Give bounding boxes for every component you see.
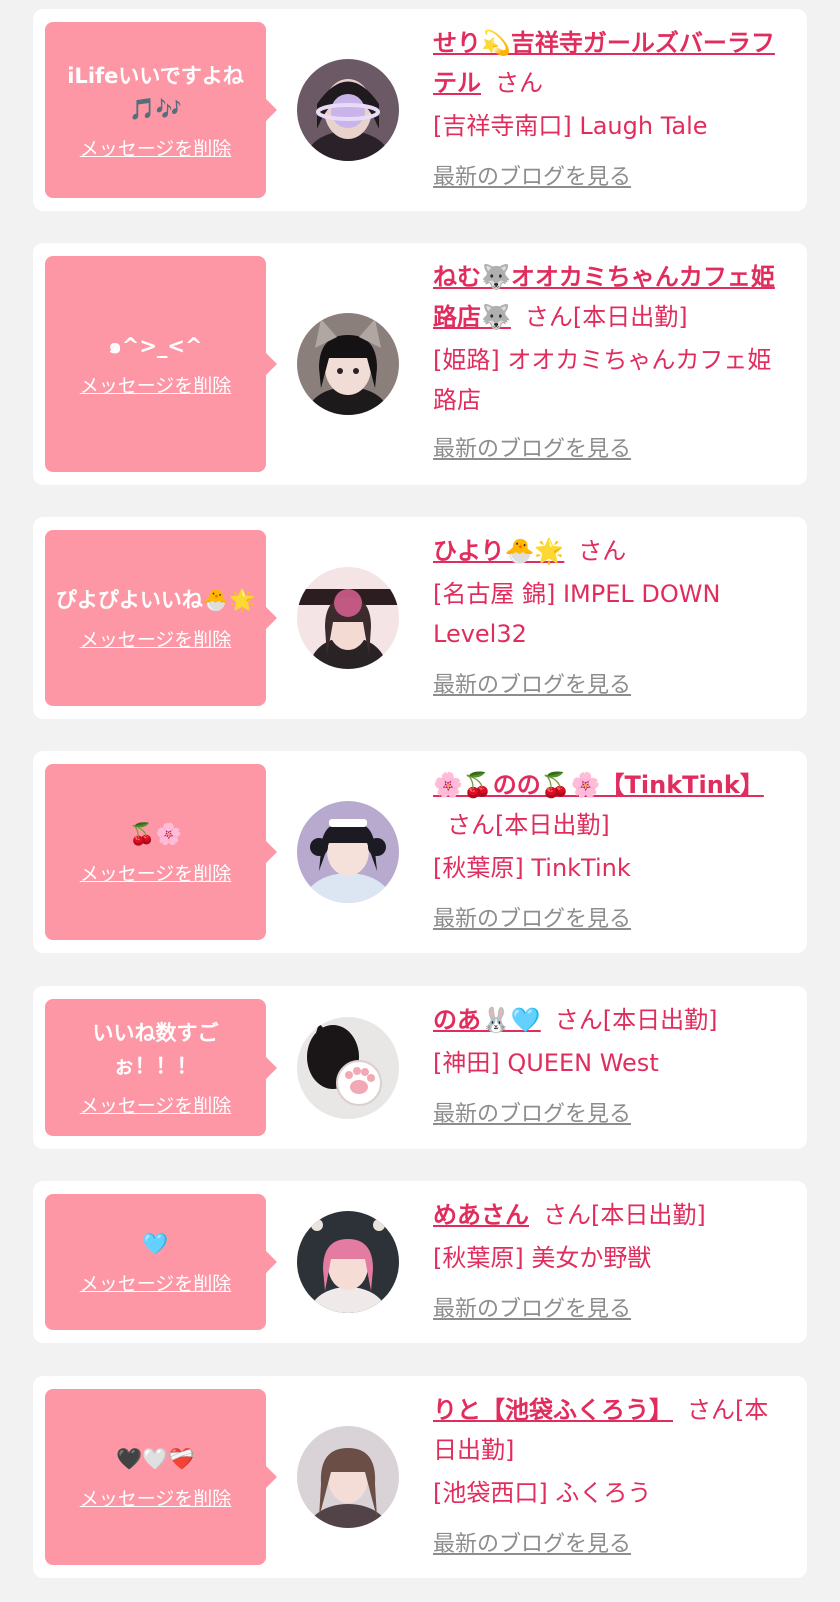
portrait-pink-hair-icon [297, 1211, 399, 1313]
message-text: ぴよぴよいいね🐣🌟 [55, 588, 256, 612]
cast-info: ひより🐣🌟 さん [名古屋 錦] IMPEL DOWN Level32 [433, 531, 788, 654]
cast-info: 🌸🍒のの🍒🌸【TinkTink】さん[本日出勤] [秋葉原] TinkTink [433, 765, 788, 888]
shop-label: [秋葉原] TinkTink [433, 854, 631, 882]
delete-message-link[interactable]: メッセージを削除 [80, 859, 232, 886]
message-card: いいね数すごぉ！！！ メッセージを削除 のあ🐰🩵 さん[本日出勤] [神田] QU… [33, 986, 807, 1149]
shop-label: [姫路] オオカミちゃんカフェ姫路店 [433, 346, 772, 414]
avatar[interactable] [297, 1211, 399, 1313]
cast-name-link[interactable]: せり💫吉祥寺ガールズバーラフテル [433, 29, 775, 97]
avatar[interactable] [297, 801, 399, 903]
message-bubble: 🩵 メッセージを削除 [45, 1194, 277, 1330]
message-card: 🩵 メッセージを削除 めあさん さん[本日出勤] [秋葉原] 美女か野獣 最新のブ… [33, 1181, 807, 1343]
delete-message-link[interactable]: メッセージを削除 [80, 625, 232, 652]
message-card: ぴよぴよいいね🐣🌟 メッセージを削除 ひより🐣🌟 さん [名古屋 錦] IMPEL… [33, 517, 807, 719]
delete-message-link[interactable]: メッセージを削除 [80, 1484, 232, 1511]
message-bubble: 🍒🌸 メッセージを削除 [45, 764, 277, 940]
portrait-with-planet-sticker-icon [297, 59, 399, 161]
cast-info: めあさん さん[本日出勤] [秋葉原] 美女か野獣 [433, 1195, 788, 1278]
cast-suffix: さん[本日出勤] [543, 1201, 706, 1229]
cast-name-line: のあ🐰🩵 さん[本日出勤] [433, 1000, 788, 1040]
message-text: 🖤🤍❤️‍🩹 [116, 1447, 195, 1471]
cast-name-link[interactable]: のあ🐰🩵 [433, 1006, 541, 1034]
message-text: iLifeいいですよね🎵🎶 [67, 63, 244, 121]
latest-blog-link[interactable]: 最新のブログを見る [433, 431, 631, 463]
delete-message-link[interactable]: メッセージを削除 [80, 1091, 232, 1118]
message-card: 🍒🌸 メッセージを削除 🌸🍒のの🍒🌸【TinkTink】さん[本日出勤] [秋葉… [33, 751, 807, 953]
avatar[interactable] [297, 1017, 399, 1119]
message-text: ๑^>_<^ [108, 334, 203, 358]
cast-name-line: ひより🐣🌟 さん [433, 531, 788, 571]
latest-blog-link[interactable]: 最新のブログを見る [433, 667, 631, 699]
message-text: いいね数すごぉ！！！ [92, 1021, 219, 1078]
cast-suffix: さん [578, 537, 627, 565]
cast-name-line: めあさん さん[本日出勤] [433, 1195, 788, 1235]
cast-info: ねむ🐺オオカミちゃんカフェ姫路店🐺 さん[本日出勤] [姫路] オオカミちゃんカフ… [433, 257, 788, 420]
portrait-maid-icon [297, 801, 399, 903]
cast-suffix: さん[本日出勤] [554, 1006, 718, 1034]
cast-name-line: 🌸🍒のの🍒🌸【TinkTink】さん[本日出勤] [433, 765, 788, 845]
shop-label: [吉祥寺南口] Laugh Tale [433, 112, 708, 140]
cast-name-link[interactable]: りと【池袋ふくろう】 [433, 1396, 673, 1424]
cast-name-link[interactable]: めあさん [433, 1201, 529, 1229]
cast-name-line: ねむ🐺オオカミちゃんカフェ姫路店🐺 さん[本日出勤] [433, 257, 788, 337]
message-list: iLifeいいですよね🎵🎶 メッセージを削除 せり💫吉祥寺ガールズバーラフテルさ… [0, 0, 840, 1602]
cast-info: りと【池袋ふくろう】 さん[本日出勤] [池袋西口] ふくろう [433, 1390, 788, 1513]
portrait-cat-paw-icon [297, 1017, 399, 1119]
avatar[interactable] [297, 567, 399, 669]
message-text: 🍒🌸 [129, 822, 182, 846]
latest-blog-link[interactable]: 最新のブログを見る [433, 1291, 631, 1323]
message-bubble: iLifeいいですよね🎵🎶 メッセージを削除 [45, 22, 277, 198]
portrait-with-wolf-ears-icon [297, 313, 399, 415]
portrait-with-cafe-sign-icon [297, 567, 399, 669]
cast-name-line: せり💫吉祥寺ガールズバーラフテル さん [433, 23, 788, 103]
delete-message-link[interactable]: メッセージを削除 [80, 371, 232, 398]
avatar[interactable] [297, 59, 399, 161]
cast-suffix: さん[本日出勤] [447, 811, 610, 839]
delete-message-link[interactable]: メッセージを削除 [80, 134, 232, 161]
cast-name-link[interactable]: 🌸🍒のの🍒🌸【TinkTink】 [433, 771, 764, 799]
cast-suffix: さん[本日出勤] [524, 303, 688, 331]
latest-blog-link[interactable]: 最新のブログを見る [433, 1096, 631, 1128]
latest-blog-link[interactable]: 最新のブログを見る [433, 1526, 631, 1558]
cast-info: のあ🐰🩵 さん[本日出勤] [神田] QUEEN West [433, 1000, 788, 1083]
shop-label: [池袋西口] ふくろう [433, 1479, 652, 1507]
message-bubble: いいね数すごぉ！！！ メッセージを削除 [45, 999, 277, 1136]
latest-blog-link[interactable]: 最新のブログを見る [433, 901, 631, 933]
shop-label: [名古屋 錦] IMPEL DOWN Level32 [433, 580, 721, 648]
cast-name-link[interactable]: ひより🐣🌟 [433, 537, 564, 565]
message-bubble: ๑^>_<^ メッセージを削除 [45, 256, 277, 472]
avatar[interactable] [297, 313, 399, 415]
message-bubble: ぴよぴよいいね🐣🌟 メッセージを削除 [45, 530, 277, 706]
shop-label: [神田] QUEEN West [433, 1049, 659, 1077]
delete-message-link[interactable]: メッセージを削除 [80, 1269, 232, 1296]
latest-blog-link[interactable]: 最新のブログを見る [433, 159, 631, 191]
message-card: iLifeいいですよね🎵🎶 メッセージを削除 せり💫吉祥寺ガールズバーラフテルさ… [33, 9, 807, 211]
cast-suffix: さん [495, 69, 543, 97]
avatar[interactable] [297, 1426, 399, 1528]
message-card: 🖤🤍❤️‍🩹 メッセージを削除 りと【池袋ふくろう】 さん[本日出勤] [池袋西口… [33, 1376, 807, 1578]
message-card: ๑^>_<^ メッセージを削除 ねむ🐺オオカミちゃんカフェ姫路店🐺 さん[本日出勤… [33, 243, 807, 485]
shop-label: [秋葉原] 美女か野獣 [433, 1244, 652, 1272]
cast-name-line: りと【池袋ふくろう】 さん[本日出勤] [433, 1390, 788, 1470]
portrait-brown-hair-icon [297, 1426, 399, 1528]
message-bubble: 🖤🤍❤️‍🩹 メッセージを削除 [45, 1389, 277, 1565]
message-text: 🩵 [142, 1232, 169, 1256]
cast-info: せり💫吉祥寺ガールズバーラフテル さん [吉祥寺南口] Laugh Tale [433, 23, 788, 146]
